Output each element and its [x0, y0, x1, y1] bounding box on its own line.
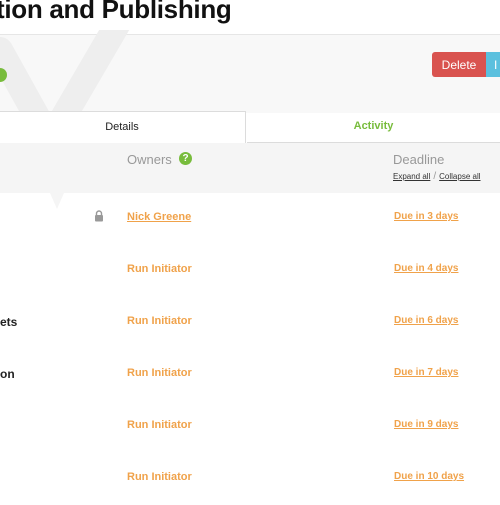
page-title: tion and Publishing	[0, 0, 232, 24]
tab-activity[interactable]: Activity	[247, 111, 500, 143]
delete-button[interactable]: Delete	[432, 52, 486, 77]
due-link[interactable]: Due in 9 days	[394, 419, 458, 430]
owner-link[interactable]: Nick Greene	[127, 211, 191, 223]
table-row[interactable]: Run Initiator Due in 9 days	[0, 401, 500, 453]
expand-collapse-separator: /	[433, 171, 437, 182]
expand-collapse-controls: Expand all / Collapse all	[393, 171, 481, 182]
table-row[interactable]: on Run Initiator Due in 7 days	[0, 349, 500, 401]
table-row[interactable]: Run Initiator Due in 10 days	[0, 453, 500, 505]
owner-link[interactable]: Run Initiator	[127, 419, 192, 431]
due-link[interactable]: Due in 6 days	[394, 315, 458, 326]
due-link[interactable]: Due in 10 days	[394, 471, 464, 482]
deadline-header: Deadline	[393, 152, 445, 167]
due-link[interactable]: Due in 3 days	[394, 211, 458, 222]
collapse-all-link[interactable]: Collapse all	[439, 172, 480, 181]
expand-all-link[interactable]: Expand all	[393, 172, 430, 181]
owner-link[interactable]: Run Initiator	[127, 263, 192, 275]
task-name: on	[0, 367, 15, 381]
secondary-action-button[interactable]: I	[486, 52, 500, 77]
help-icon[interactable]: ?	[179, 152, 192, 165]
table-header-band	[0, 143, 500, 193]
due-link[interactable]: Due in 4 days	[394, 263, 458, 274]
table-row[interactable]: Nick Greene Due in 3 days	[0, 193, 500, 245]
table-row[interactable]: ets Run Initiator Due in 6 days	[0, 297, 500, 349]
owner-link[interactable]: Run Initiator	[127, 315, 192, 327]
owner-link[interactable]: Run Initiator	[127, 471, 192, 483]
owners-header: Owners	[127, 152, 172, 167]
lock-icon	[94, 209, 104, 222]
owner-link[interactable]: Run Initiator	[127, 367, 192, 379]
tab-details[interactable]: Details	[0, 111, 246, 143]
task-name: ets	[0, 315, 18, 329]
due-link[interactable]: Due in 7 days	[394, 367, 458, 378]
table-row[interactable]: Run Initiator Due in 4 days	[0, 245, 500, 297]
